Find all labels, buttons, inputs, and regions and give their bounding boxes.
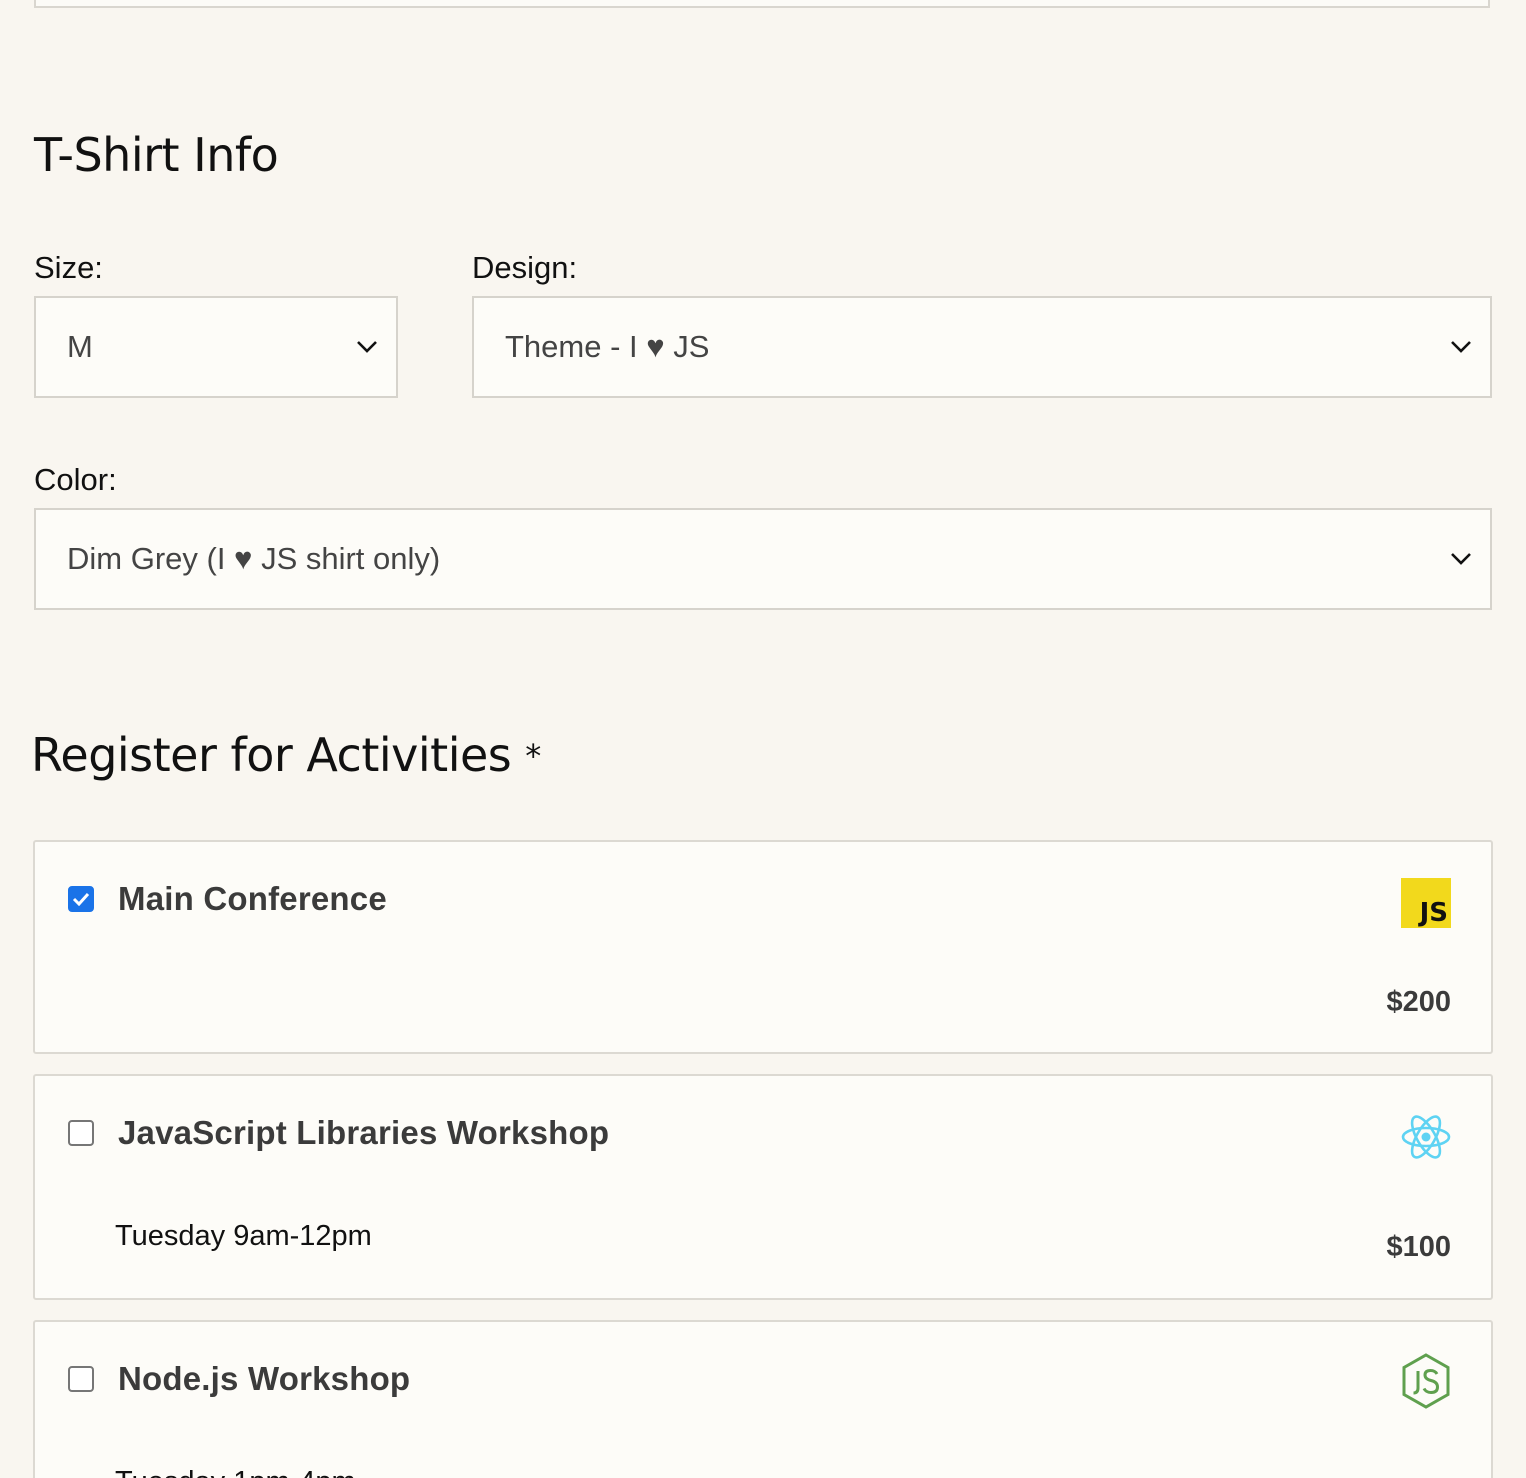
nodejs-logo-icon [1401,1352,1451,1410]
chevron-down-icon [1448,546,1474,572]
size-select-value: M [67,329,93,364]
checkmark-icon [72,892,90,906]
activity-card-main-conference[interactable]: Main Conference JS $200 [33,840,1493,1054]
chevron-down-icon [354,334,380,360]
color-select[interactable]: Dim Grey (I ♥ JS shirt only) [34,508,1492,610]
design-label: Design: [472,250,578,285]
activities-title-text: Register for Activities [31,728,512,782]
design-select-value: Theme - I ♥ JS [505,329,710,364]
color-select-value: Dim Grey (I ♥ JS shirt only) [67,541,441,576]
activity-time: Tuesday 9am-12pm [115,1220,372,1252]
activity-price: $200 [1386,986,1451,1018]
color-label: Color: [34,462,117,497]
activity-checkbox-nodejs-workshop[interactable] [68,1366,94,1392]
activity-card-nodejs-workshop[interactable]: Node.js Workshop Tuesday 1pm-4pm [33,1320,1493,1478]
tshirt-section-title: T-Shirt Info [34,128,279,182]
design-select[interactable]: Theme - I ♥ JS [472,296,1492,398]
chevron-down-icon [1448,334,1474,360]
activity-time: Tuesday 1pm-4pm [115,1466,356,1478]
activity-name: JavaScript Libraries Workshop [118,1114,610,1151]
activity-card-js-libraries-workshop[interactable]: JavaScript Libraries Workshop Tuesday 9a… [33,1074,1493,1300]
javascript-logo-text: JS [1419,898,1448,928]
activity-checkbox-js-libraries-workshop[interactable] [68,1120,94,1146]
size-select[interactable]: M [34,296,398,398]
activity-price: $100 [1386,1231,1451,1263]
registration-page: T-Shirt Info Size: M Design: Theme - I ♥… [0,0,1526,1478]
size-label: Size: [34,250,103,285]
required-marker: * [525,737,541,775]
previous-form-field[interactable] [34,0,1490,8]
activity-name: Main Conference [118,880,387,917]
activity-checkbox-main-conference[interactable] [68,886,94,912]
javascript-logo-icon: JS [1401,878,1451,928]
react-logo-icon [1401,1112,1451,1162]
activities-section-title: Register for Activities * [31,728,541,782]
activity-name: Node.js Workshop [118,1360,411,1397]
